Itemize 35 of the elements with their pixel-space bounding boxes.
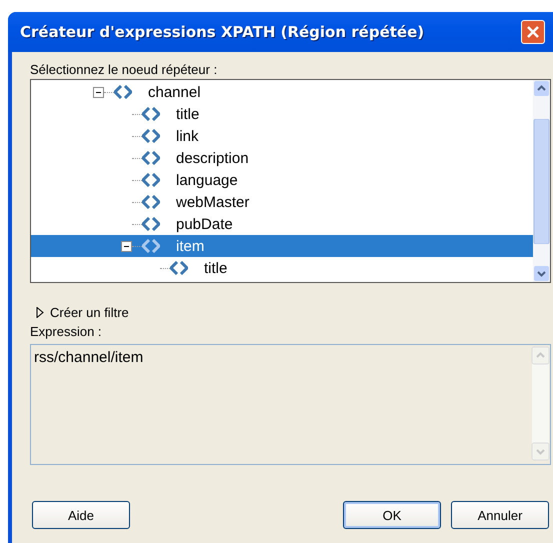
collapse-icon[interactable]	[121, 240, 132, 252]
scrollbar[interactable]	[533, 80, 550, 282]
xml-tag-icon	[142, 107, 160, 121]
xml-tag-icon	[114, 85, 132, 99]
tree-node[interactable]: item	[31, 235, 533, 257]
tree-node[interactable]: description	[31, 147, 533, 169]
xml-tag-icon	[142, 129, 160, 143]
expression-label: Expression :	[30, 324, 103, 339]
expression-field[interactable]: rss/channel/item	[30, 344, 551, 465]
dialog-button[interactable]: Annuler	[451, 501, 549, 529]
close-button[interactable]	[521, 20, 545, 44]
xml-tag-icon	[142, 239, 160, 253]
tree-node[interactable]: language	[31, 169, 533, 191]
tree-node[interactable]: channel	[31, 81, 533, 103]
xml-tag-icon	[170, 261, 188, 275]
tree-node[interactable]: link	[31, 125, 533, 147]
tree-node[interactable]: webMaster	[31, 191, 533, 213]
window-title: Créateur d'expressions XPATH (Région répétée)	[20, 23, 424, 41]
dialog-button[interactable]: OK	[343, 501, 441, 529]
tree-node[interactable]: title	[31, 103, 533, 125]
close-icon	[526, 25, 540, 39]
tree-node[interactable]: title	[31, 257, 533, 279]
xml-tag-icon	[142, 173, 160, 187]
xml-tag-icon	[142, 151, 160, 165]
filter-toggle[interactable]: Créer un filtre	[36, 305, 129, 320]
scroll-up-button[interactable]	[533, 80, 550, 97]
tree-label: Sélectionnez le noeud répéteur :	[30, 62, 218, 77]
xml-tag-icon	[142, 217, 160, 231]
triangle-icon	[36, 307, 44, 318]
collapse-icon[interactable]	[93, 86, 104, 98]
xml-tag-icon	[142, 195, 160, 209]
dialog-button[interactable]: Aide	[32, 501, 130, 529]
scroll-down-button[interactable]	[533, 265, 550, 282]
tree-node[interactable]: pubDate	[31, 213, 533, 235]
scroll-thumb[interactable]	[533, 118, 550, 244]
